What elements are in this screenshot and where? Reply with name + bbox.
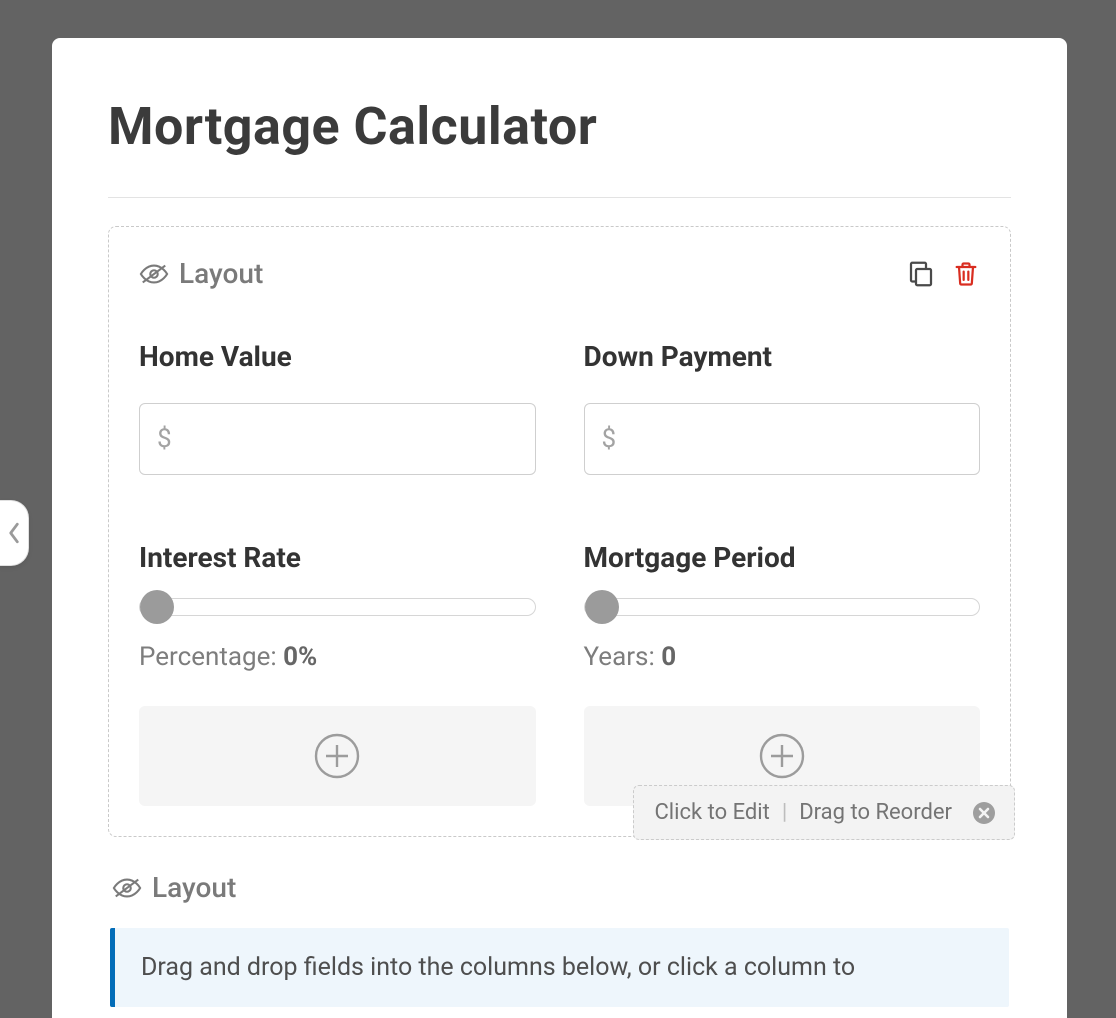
plus-circle-icon bbox=[314, 733, 360, 779]
trash-icon bbox=[952, 260, 980, 288]
layout-header: Layout bbox=[139, 257, 980, 290]
page-title: Mortgage Calculator bbox=[108, 96, 1011, 157]
eye-slash-icon bbox=[139, 262, 169, 286]
mortgage-period-readout-prefix: Years: bbox=[584, 642, 662, 672]
mortgage-period-readout: Years: 0 bbox=[584, 642, 981, 672]
main-panel: Mortgage Calculator Layout bbox=[52, 38, 1067, 1018]
down-payment-field: $ bbox=[584, 403, 981, 475]
down-payment-label: Down Payment bbox=[584, 340, 981, 373]
add-field-slot-left[interactable] bbox=[139, 706, 536, 806]
copy-icon bbox=[906, 259, 936, 289]
home-value-label: Home Value bbox=[139, 340, 536, 373]
down-payment-input[interactable] bbox=[584, 403, 981, 475]
layout-column-right: Down Payment $ Mortgage Period Years: 0 bbox=[584, 340, 981, 806]
tooltip-edit-text: Click to Edit bbox=[654, 800, 769, 825]
mortgage-period-field: Mortgage Period Years: 0 bbox=[584, 541, 981, 672]
layout-block-2: Layout Drag and drop fields into the col… bbox=[108, 871, 1011, 1007]
layout-header-2: Layout bbox=[110, 871, 1009, 904]
tooltip-divider: | bbox=[782, 800, 787, 825]
interest-rate-readout-prefix: Percentage: bbox=[139, 642, 283, 672]
plus-circle-icon bbox=[759, 733, 805, 779]
title-divider bbox=[108, 197, 1011, 198]
layout-label-2: Layout bbox=[152, 871, 236, 904]
home-value-field: $ bbox=[139, 403, 536, 475]
edit-reorder-tooltip: Click to Edit | Drag to Reorder bbox=[633, 785, 1015, 840]
interest-rate-field: Interest Rate Percentage: 0% bbox=[139, 541, 536, 672]
home-value-input[interactable] bbox=[139, 403, 536, 475]
layout-block[interactable]: Layout bbox=[108, 226, 1011, 837]
close-circle-icon[interactable] bbox=[972, 801, 996, 825]
mortgage-period-slider[interactable] bbox=[584, 598, 981, 616]
mortgage-period-readout-value: 0 bbox=[661, 642, 676, 672]
layout-columns: Home Value $ Interest Rate Percentage: 0… bbox=[139, 340, 980, 806]
interest-rate-readout-value: 0% bbox=[283, 642, 317, 672]
interest-rate-slider[interactable] bbox=[139, 598, 536, 616]
interest-rate-label: Interest Rate bbox=[139, 541, 536, 574]
side-expand-tab[interactable] bbox=[0, 500, 29, 566]
layout-column-left: Home Value $ Interest Rate Percentage: 0… bbox=[139, 340, 536, 806]
interest-rate-readout: Percentage: 0% bbox=[139, 642, 536, 672]
tooltip-reorder-text: Drag to Reorder bbox=[799, 800, 952, 825]
layout-hint-text: Drag and drop fields into the columns be… bbox=[141, 953, 855, 982]
eye-slash-icon bbox=[112, 876, 142, 900]
layout-actions bbox=[906, 259, 980, 289]
delete-button[interactable] bbox=[952, 260, 980, 288]
layout-label: Layout bbox=[179, 257, 263, 290]
mortgage-period-label: Mortgage Period bbox=[584, 541, 981, 574]
layout-hint-banner: Drag and drop fields into the columns be… bbox=[110, 928, 1009, 1007]
chevron-left-icon bbox=[7, 522, 21, 544]
duplicate-button[interactable] bbox=[906, 259, 936, 289]
